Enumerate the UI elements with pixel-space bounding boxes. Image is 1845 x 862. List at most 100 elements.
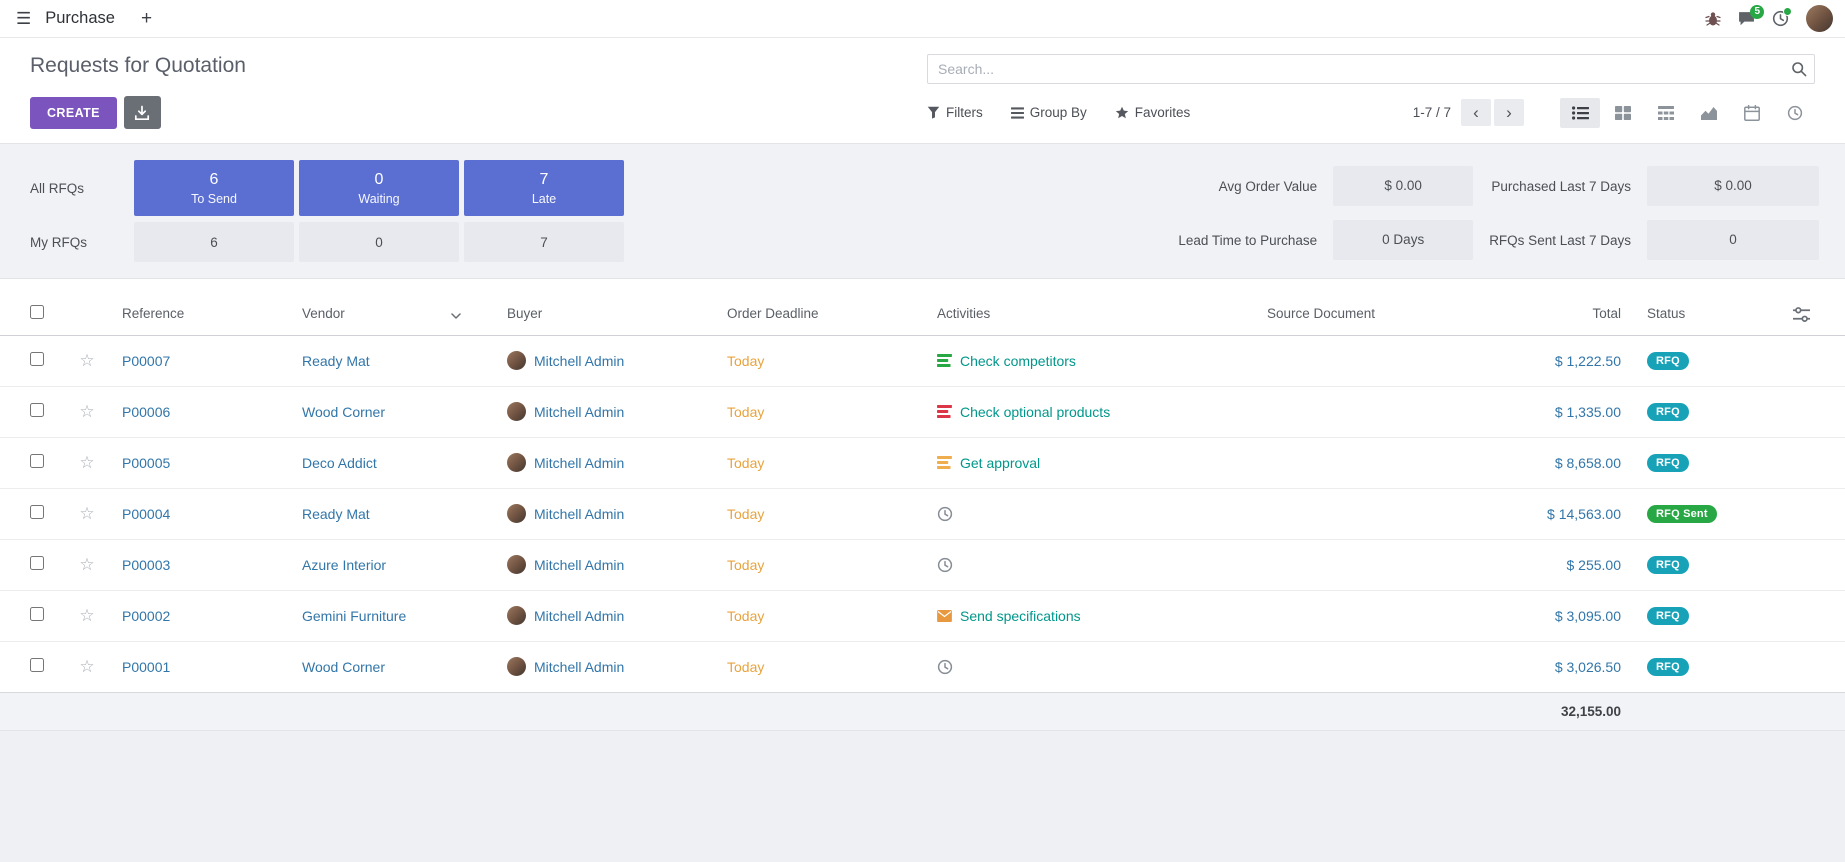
view-switch-graph[interactable] <box>1689 98 1729 128</box>
table-row[interactable]: ☆ P00001 Wood Corner Mitchell Admin Toda… <box>0 641 1845 692</box>
filters-button[interactable]: Filters <box>927 105 983 120</box>
activity-label[interactable]: Check competitors <box>960 353 1076 369</box>
menu-icon[interactable]: ☰ <box>16 9 31 29</box>
column-header-activities[interactable]: Activities <box>927 293 1257 335</box>
view-switch-calendar[interactable] <box>1732 98 1772 128</box>
column-header-vendor[interactable]: Vendor <box>292 293 497 335</box>
activities-button[interactable] <box>1772 10 1789 27</box>
favorite-star-icon[interactable]: ☆ <box>79 555 94 574</box>
tasks-icon[interactable] <box>937 405 952 418</box>
buyer-link[interactable]: Mitchell Admin <box>534 455 624 471</box>
vendor-link[interactable]: Wood Corner <box>302 404 385 420</box>
vendor-link[interactable]: Azure Interior <box>302 557 386 573</box>
activity-label[interactable]: Send specifications <box>960 608 1081 624</box>
buyer-link[interactable]: Mitchell Admin <box>534 659 624 675</box>
group-by-button[interactable]: Group By <box>1011 105 1087 120</box>
pager-previous-button[interactable]: ‹ <box>1461 99 1491 126</box>
reference-link[interactable]: P00002 <box>122 608 170 624</box>
my-late-count[interactable]: 7 <box>464 222 624 262</box>
tile-to-send[interactable]: 6 To Send <box>134 160 294 216</box>
favorites-button[interactable]: Favorites <box>1115 105 1191 120</box>
activity-label[interactable]: Get approval <box>960 455 1040 471</box>
chevron-down-icon <box>451 313 461 319</box>
favorite-star-icon[interactable]: ☆ <box>79 606 94 625</box>
vendor-link[interactable]: Deco Addict <box>302 455 377 471</box>
messages-button[interactable]: 5 <box>1738 11 1755 27</box>
row-checkbox[interactable] <box>30 658 44 672</box>
tile-late[interactable]: 7 Late <box>464 160 624 216</box>
row-checkbox[interactable] <box>30 505 44 519</box>
favorite-star-icon[interactable]: ☆ <box>79 657 94 676</box>
row-checkbox[interactable] <box>30 556 44 570</box>
row-checkbox[interactable] <box>30 352 44 366</box>
to-send-label: To Send <box>191 192 237 206</box>
activity-label[interactable]: Check optional products <box>960 404 1110 420</box>
search-input[interactable] <box>927 54 1815 84</box>
my-waiting-count[interactable]: 0 <box>299 222 459 262</box>
vendor-link[interactable]: Gemini Furniture <box>302 608 406 624</box>
order-deadline-value: Today <box>727 506 764 522</box>
vendor-link[interactable]: Ready Mat <box>302 506 370 522</box>
buyer-avatar <box>507 351 526 370</box>
activity-dot-badge <box>1783 7 1792 16</box>
vendor-link[interactable]: Wood Corner <box>302 659 385 675</box>
view-switch-activity[interactable] <box>1775 98 1815 128</box>
debug-button[interactable] <box>1705 11 1721 27</box>
view-switch-list[interactable] <box>1560 98 1600 128</box>
view-switch-kanban[interactable] <box>1603 98 1643 128</box>
total-header-label: Total <box>1592 306 1621 321</box>
column-header-source-document[interactable]: Source Document <box>1257 293 1507 335</box>
favorite-star-icon[interactable]: ☆ <box>79 504 94 523</box>
view-switch-pivot[interactable] <box>1646 98 1686 128</box>
row-checkbox[interactable] <box>30 403 44 417</box>
column-header-reference[interactable]: Reference <box>112 293 292 335</box>
table-row[interactable]: ☆ P00004 Ready Mat Mitchell Admin Today … <box>0 488 1845 539</box>
favorite-star-icon[interactable]: ☆ <box>79 453 94 472</box>
reference-link[interactable]: P00006 <box>122 404 170 420</box>
table-row[interactable]: ☆ P00007 Ready Mat Mitchell Admin Today … <box>0 335 1845 386</box>
row-checkbox[interactable] <box>30 454 44 468</box>
buyer-link[interactable]: Mitchell Admin <box>534 353 624 369</box>
envelope-icon[interactable] <box>937 610 952 622</box>
vendor-link[interactable]: Ready Mat <box>302 353 370 369</box>
star-icon <box>1115 106 1129 119</box>
create-button[interactable]: CREATE <box>30 97 117 129</box>
reference-link[interactable]: P00001 <box>122 659 170 675</box>
download-button[interactable] <box>124 96 161 129</box>
column-header-order-deadline[interactable]: Order Deadline <box>717 293 927 335</box>
buyer-link[interactable]: Mitchell Admin <box>534 608 624 624</box>
clock-icon[interactable] <box>937 557 953 573</box>
buyer-link[interactable]: Mitchell Admin <box>534 557 624 573</box>
reference-link[interactable]: P00004 <box>122 506 170 522</box>
app-menu-button[interactable]: Purchase <box>45 9 115 28</box>
column-header-status[interactable]: Status <box>1637 293 1757 335</box>
clock-icon[interactable] <box>937 506 953 522</box>
search-icon[interactable] <box>1791 61 1807 77</box>
clock-icon[interactable] <box>937 659 953 675</box>
table-row[interactable]: ☆ P00003 Azure Interior Mitchell Admin T… <box>0 539 1845 590</box>
select-all-checkbox[interactable] <box>30 305 44 319</box>
reference-link[interactable]: P00005 <box>122 455 170 471</box>
reference-link[interactable]: P00007 <box>122 353 170 369</box>
row-checkbox[interactable] <box>30 607 44 621</box>
user-avatar[interactable] <box>1806 5 1833 32</box>
favorite-star-icon[interactable]: ☆ <box>79 351 94 370</box>
reference-link[interactable]: P00003 <box>122 557 170 573</box>
kpi-value-purchased-last-7-days: $ 0.00 <box>1647 166 1819 206</box>
table-row[interactable]: ☆ P00005 Deco Addict Mitchell Admin Toda… <box>0 437 1845 488</box>
pager-value[interactable]: 1-7 / 7 <box>1413 105 1451 120</box>
table-row[interactable]: ☆ P00006 Wood Corner Mitchell Admin Toda… <box>0 386 1845 437</box>
tasks-icon[interactable] <box>937 456 952 469</box>
adjust-columns-icon[interactable] <box>1793 307 1810 322</box>
buyer-link[interactable]: Mitchell Admin <box>534 506 624 522</box>
table-row[interactable]: ☆ P00002 Gemini Furniture Mitchell Admin… <box>0 590 1845 641</box>
tile-waiting[interactable]: 0 Waiting <box>299 160 459 216</box>
my-to-send-count[interactable]: 6 <box>134 222 294 262</box>
tasks-icon[interactable] <box>937 354 952 367</box>
pager-next-button[interactable]: › <box>1494 99 1524 126</box>
column-header-buyer[interactable]: Buyer <box>497 293 717 335</box>
favorite-star-icon[interactable]: ☆ <box>79 402 94 421</box>
buyer-link[interactable]: Mitchell Admin <box>534 404 624 420</box>
plus-icon[interactable]: + <box>141 8 152 30</box>
column-header-total[interactable]: Total <box>1507 293 1637 335</box>
